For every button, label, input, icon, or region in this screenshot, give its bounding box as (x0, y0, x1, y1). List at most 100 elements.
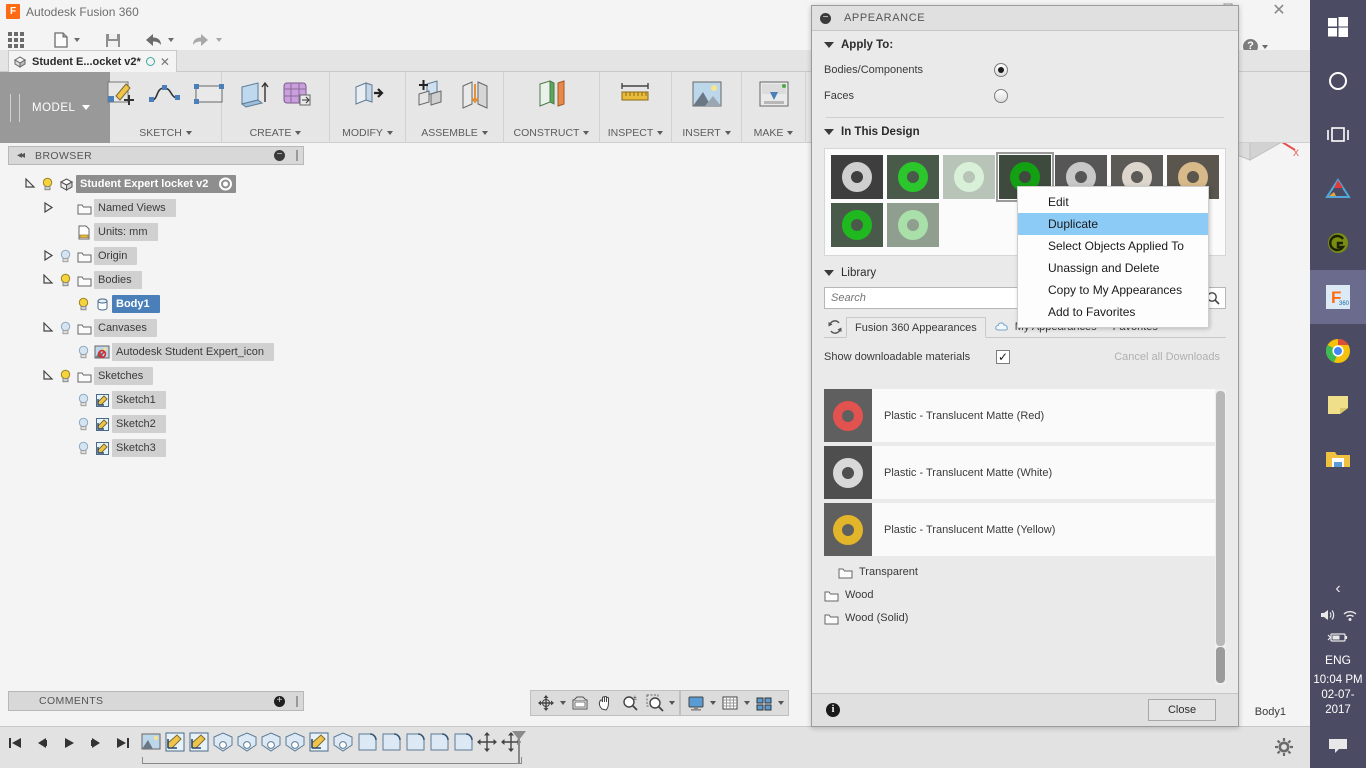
workspace-selector[interactable]: MODEL (0, 72, 110, 143)
visibility-bulb-icon[interactable] (56, 249, 74, 263)
tree-node-named-views[interactable]: Named Views (22, 196, 312, 220)
press-pull-icon[interactable] (350, 78, 386, 112)
library-folder-row[interactable]: Transparent (824, 560, 1222, 583)
step-back-button[interactable] (35, 736, 49, 750)
visibility-bulb-icon[interactable] (74, 393, 92, 407)
timeline-feature-extrude-feature[interactable] (212, 731, 234, 753)
zoom-tool-button[interactable]: ± (619, 692, 641, 714)
library-material-row[interactable]: Plastic - Translucent Matte (Red) (824, 389, 1222, 442)
go-to-end-button[interactable] (116, 736, 130, 750)
add-comment-icon[interactable]: + (274, 695, 285, 707)
joint-icon[interactable] (459, 78, 495, 112)
tree-node-units-mm[interactable]: Units: mm (22, 220, 312, 244)
tree-node-bodies[interactable]: Bodies (22, 268, 312, 292)
expand-triangle-right-icon[interactable] (40, 201, 56, 215)
pan-tool-button[interactable] (594, 692, 616, 714)
library-scrollbar[interactable] (1215, 389, 1226, 685)
zoom-window-button[interactable] (644, 692, 666, 714)
timeline-feature-fillet-feature[interactable] (452, 731, 474, 753)
timeline-feature-fillet-feature[interactable] (356, 731, 378, 753)
tree-node-sketches[interactable]: Sketches (22, 364, 312, 388)
apply-to-bodies-row[interactable]: Bodies/Components (812, 57, 1238, 83)
timeline-feature-sketch-feature[interactable] (308, 731, 330, 753)
refresh-icon[interactable] (824, 317, 846, 337)
library-material-row[interactable]: Plastic - Translucent Matte (White) (824, 446, 1222, 499)
apply-to-faces-radio[interactable] (994, 89, 1008, 103)
chevron-down-icon[interactable] (778, 701, 784, 705)
visibility-bulb-icon[interactable] (56, 369, 74, 383)
language-indicator[interactable]: ENG (1310, 647, 1366, 673)
close-button[interactable]: Close (1148, 699, 1216, 721)
ribbon-group-label[interactable]: SKETCH (110, 127, 221, 139)
sticky-notes-app-button[interactable] (1310, 378, 1366, 432)
clock[interactable]: 10:04 PM 02-07-2017 (1310, 673, 1366, 724)
timeline-feature-extrude-feature[interactable] (260, 731, 282, 753)
library-material-row[interactable]: Plastic - Translucent Matte (Yellow) (824, 503, 1222, 556)
tree-node-canvases[interactable]: Canvases (22, 316, 312, 340)
viewports-button[interactable] (753, 692, 775, 714)
tree-node-origin[interactable]: Origin (22, 244, 312, 268)
ribbon-group-label[interactable]: CONSTRUCT (504, 127, 599, 139)
appearance-swatch-plastic-opaque-green[interactable] (831, 203, 883, 247)
in-this-design-section-header[interactable]: In This Design (812, 118, 1238, 144)
context-menu-item-add-to-favorites[interactable]: Add to Favorites (1018, 301, 1208, 323)
scrollbar-thumb[interactable] (1216, 647, 1225, 683)
grid-snaps-button[interactable] (719, 692, 741, 714)
document-tab[interactable]: Student E...ocket v2* ✕ (8, 50, 177, 72)
step-forward-button[interactable] (89, 736, 103, 750)
visibility-bulb-icon[interactable] (74, 345, 92, 359)
expand-triangle-down-icon[interactable] (22, 177, 38, 191)
appearance-swatch-chrome-polished[interactable] (831, 155, 883, 199)
speaker-icon[interactable] (1319, 608, 1336, 625)
collapse-browser-icon[interactable]: ◂◂ (17, 150, 25, 161)
timeline-feature-move-feature[interactable] (476, 731, 498, 753)
measure-icon[interactable] (618, 78, 654, 112)
apply-to-bodies-radio[interactable] (994, 63, 1008, 77)
insert-canvas-icon[interactable] (689, 78, 725, 112)
close-tab-icon[interactable]: ✕ (160, 56, 170, 68)
orbit-tool-button[interactable] (535, 692, 557, 714)
chrome-app-button[interactable] (1310, 324, 1366, 378)
visibility-bulb-icon[interactable] (74, 441, 92, 455)
timeline-settings-button[interactable] (1274, 737, 1294, 757)
apply-to-section-header[interactable]: Apply To: (812, 31, 1238, 57)
ribbon-group-label[interactable]: INSPECT (600, 127, 671, 139)
file-explorer-app-button[interactable] (1310, 432, 1366, 486)
context-menu-item-copy-to-my-appearances[interactable]: Copy to My Appearances (1018, 279, 1208, 301)
chevron-down-icon[interactable] (669, 701, 675, 705)
visibility-bulb-icon[interactable] (56, 273, 74, 287)
tree-node-sketch2[interactable]: Sketch2 (22, 412, 312, 436)
timeline-feature-canvas-feature[interactable] (140, 731, 162, 753)
appearance-swatch-plastic-translucent-matte-white-green[interactable] (943, 155, 995, 199)
cancel-all-downloads-button[interactable]: Cancel all Downloads (1114, 351, 1220, 363)
extrude-icon[interactable] (236, 78, 272, 112)
grammarly-app-button[interactable] (1310, 216, 1366, 270)
timeline-feature-fillet-feature[interactable] (428, 731, 450, 753)
library-folder-row[interactable]: Wood (824, 583, 1222, 606)
expand-triangle-down-icon[interactable] (40, 273, 56, 287)
timeline-feature-sketch-feature[interactable] (188, 731, 210, 753)
collapse-dialog-icon[interactable]: − (820, 12, 831, 24)
timeline-feature-extrude-feature[interactable] (332, 731, 354, 753)
display-settings-button[interactable] (685, 692, 707, 714)
info-icon[interactable]: i (826, 703, 840, 717)
start-button[interactable] (1310, 0, 1366, 54)
tray-expand-button[interactable]: ‹ (1310, 570, 1366, 608)
go-to-beginning-button[interactable] (8, 736, 22, 750)
ribbon-group-label[interactable]: INSERT (672, 127, 741, 139)
drag-grip[interactable] (296, 695, 298, 707)
context-menu-item-unassign-and-delete[interactable]: Unassign and Delete (1018, 257, 1208, 279)
comments-panel-header[interactable]: COMMENTS + (8, 691, 304, 711)
chevron-down-icon[interactable] (710, 701, 716, 705)
close-window-button[interactable]: ✕ (1268, 2, 1290, 20)
appearance-swatch-plastic-translucent-light-green[interactable] (887, 203, 939, 247)
context-menu-item-duplicate[interactable]: Duplicate (1018, 213, 1208, 235)
show-downloadable-checkbox[interactable]: ✓ (996, 350, 1010, 364)
visibility-bulb-icon[interactable] (38, 177, 56, 191)
tree-node-sketch3[interactable]: Sketch3 (22, 436, 312, 460)
apply-to-faces-row[interactable]: Faces (812, 83, 1238, 109)
new-component-icon[interactable] (415, 78, 451, 112)
context-menu-item-select-objects-applied-to[interactable]: Select Objects Applied To (1018, 235, 1208, 257)
appearance-swatch-plastic-translucent-matte-green[interactable] (887, 155, 939, 199)
expand-triangle-down-icon[interactable] (40, 369, 56, 383)
